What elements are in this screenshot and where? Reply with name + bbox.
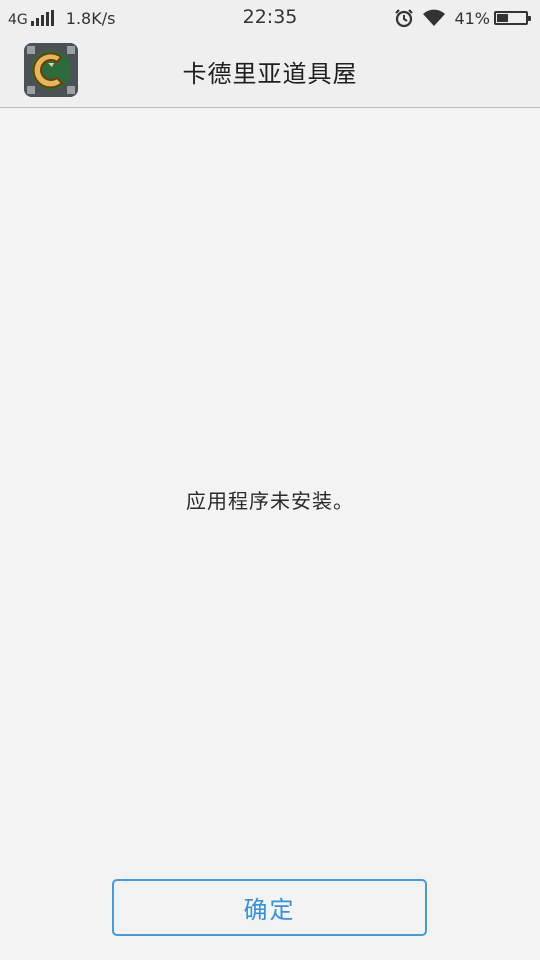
battery-icon — [494, 11, 531, 25]
alarm-icon — [394, 8, 414, 28]
status-bar: 4G 1.8K/s 22:35 41% — [0, 0, 540, 36]
app-header: 卡德里亚道具屋 — [0, 36, 540, 108]
status-right: 41% — [394, 6, 531, 30]
wifi-icon — [422, 9, 446, 27]
screen: 4G 1.8K/s 22:35 41% 卡德里亚道具屋 应用程序未安装。 确定 — [0, 0, 540, 960]
not-installed-message: 应用程序未安装。 — [186, 489, 354, 513]
app-title: 卡德里亚道具屋 — [182, 60, 358, 88]
battery-fill — [497, 14, 508, 22]
confirm-button[interactable]: 确定 — [112, 879, 427, 936]
battery-percent: 41% — [454, 8, 490, 28]
